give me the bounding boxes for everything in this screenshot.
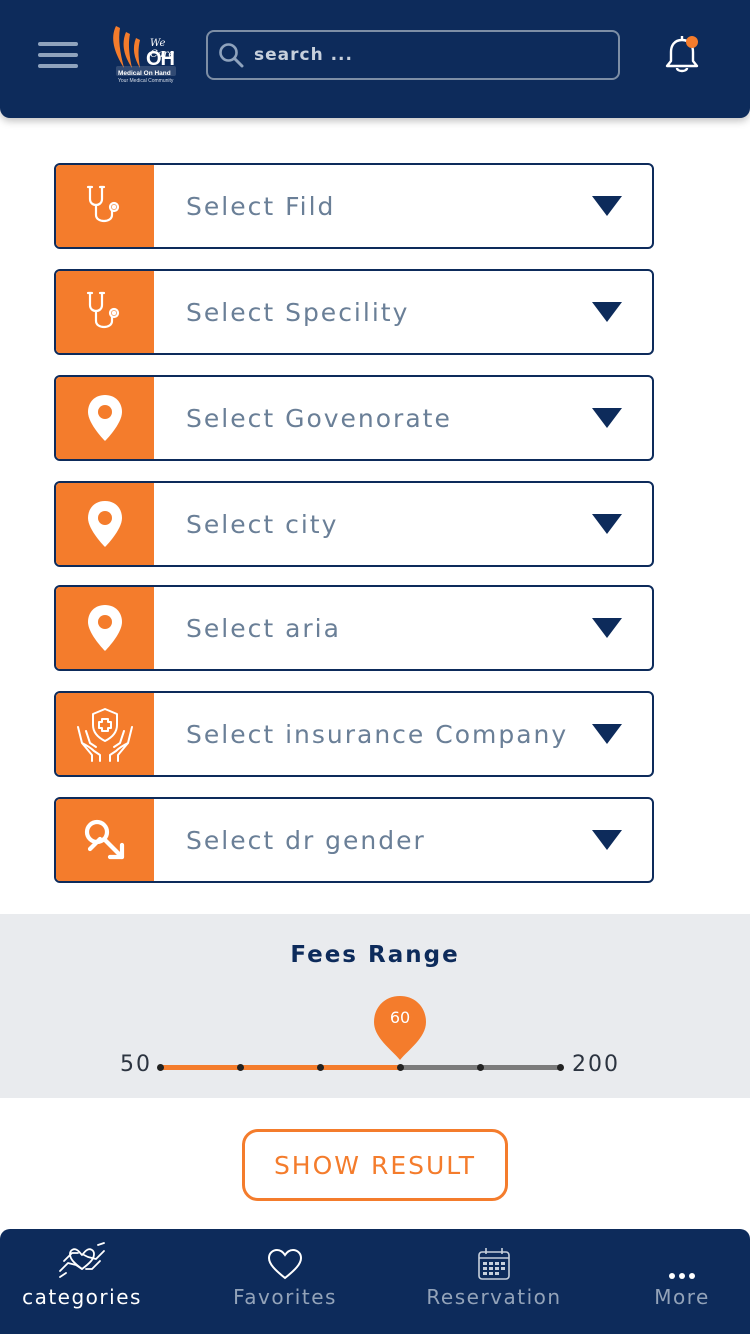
fees-slider-tick — [157, 1064, 164, 1071]
select-insurance-label: Select insurance Company — [186, 719, 569, 749]
select-area-label: Select aria — [186, 613, 341, 643]
nav-favorites-label: Favorites — [233, 1285, 337, 1309]
chevron-down-icon — [592, 618, 622, 638]
nav-reservation[interactable]: Reservation — [424, 1229, 564, 1334]
select-city-dropdown[interactable]: Select city — [54, 481, 654, 567]
select-insurance-dropdown[interactable]: Select insurance Company — [54, 691, 654, 777]
notification-dot — [686, 36, 698, 48]
gender-icon — [56, 799, 154, 881]
heart-icon — [267, 1249, 303, 1280]
select-speciality-dropdown[interactable]: Select Specility — [54, 269, 654, 355]
search-icon — [219, 43, 244, 68]
chevron-down-icon — [592, 830, 622, 850]
fees-slider-thumb[interactable]: 60 — [372, 994, 428, 1062]
nav-favorites[interactable]: Favorites — [220, 1229, 350, 1334]
fees-max-label: 200 — [572, 1052, 620, 1077]
app-logo: We Care OH Medical On Hand Your Medical … — [110, 22, 182, 86]
nav-more[interactable]: More — [642, 1229, 722, 1334]
stethoscope-icon — [56, 271, 154, 353]
select-field-label: Select Fild — [186, 191, 336, 221]
nav-categories-label: categories — [22, 1285, 142, 1309]
fees-min-label: 50 — [120, 1052, 152, 1077]
fees-slider-tick — [317, 1064, 324, 1071]
fees-range-title: Fees Range — [290, 942, 460, 968]
search-input[interactable] — [254, 32, 618, 78]
location-pin-icon — [56, 377, 154, 459]
chevron-down-icon — [592, 408, 622, 428]
fees-slider-value: 60 — [389, 1008, 411, 1027]
chevron-down-icon — [592, 196, 622, 216]
fees-slider-tick — [237, 1064, 244, 1071]
chevron-down-icon — [592, 514, 622, 534]
fees-slider-tick — [557, 1064, 564, 1071]
chevron-down-icon — [592, 302, 622, 322]
show-result-button[interactable]: SHOW RESULT — [242, 1129, 508, 1201]
stethoscope-icon — [56, 165, 154, 247]
nav-more-label: More — [654, 1285, 710, 1309]
location-pin-icon — [56, 483, 154, 565]
select-governorate-label: Select Govenorate — [186, 403, 452, 433]
logo-name: Medical On Hand — [118, 70, 171, 77]
logo-subtitle: Your Medical Community — [118, 78, 174, 84]
select-governorate-dropdown[interactable]: Select Govenorate — [54, 375, 654, 461]
more-dots-icon — [669, 1273, 695, 1279]
hamburger-menu-icon[interactable] — [38, 40, 78, 70]
select-area-dropdown[interactable]: Select aria — [54, 585, 654, 671]
search-box[interactable] — [206, 30, 620, 80]
chevron-down-icon — [592, 724, 622, 744]
calendar-icon — [478, 1248, 510, 1280]
fees-slider-tick — [397, 1064, 404, 1071]
select-city-label: Select city — [186, 509, 339, 539]
nav-categories[interactable]: categories — [12, 1229, 152, 1334]
insurance-hands-icon — [56, 693, 154, 775]
select-speciality-label: Select Specility — [186, 297, 410, 327]
select-field-dropdown[interactable]: Select Fild — [54, 163, 654, 249]
bottom-navigation: categories Favorites Reservation More — [0, 1229, 750, 1334]
care-hands-icon — [59, 1242, 105, 1278]
nav-reservation-label: Reservation — [426, 1285, 562, 1309]
location-pin-icon — [56, 587, 154, 669]
app-header: We Care OH Medical On Hand Your Medical … — [0, 0, 750, 118]
select-gender-dropdown[interactable]: Select dr gender — [54, 797, 654, 883]
notification-bell-icon[interactable] — [662, 34, 702, 76]
fees-slider-tick — [477, 1064, 484, 1071]
fees-slider-track[interactable] — [157, 1064, 564, 1071]
logo-mark: OH — [146, 48, 175, 70]
fees-slider-fill — [160, 1065, 400, 1070]
select-gender-label: Select dr gender — [186, 825, 426, 855]
